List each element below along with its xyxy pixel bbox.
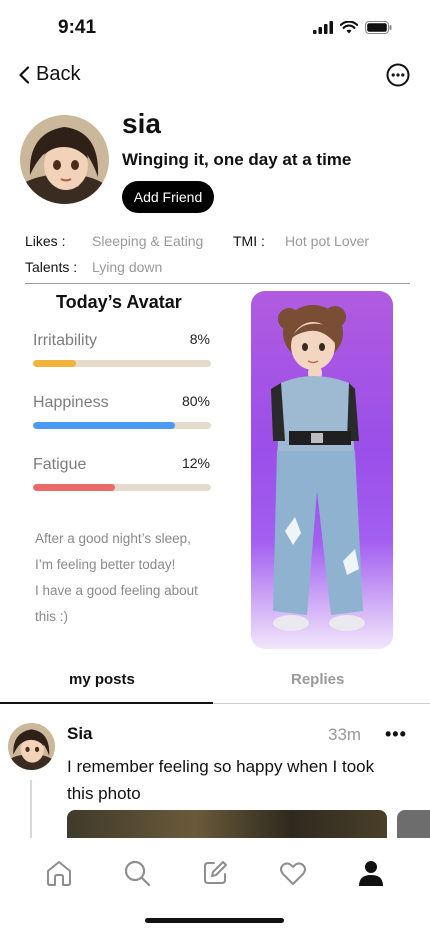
stat-percent-happiness: 80% bbox=[181, 393, 210, 409]
stat-fill-happiness bbox=[33, 422, 176, 429]
divider bbox=[25, 283, 410, 284]
back-button[interactable]: Back bbox=[18, 63, 80, 86]
avatar-3d-card[interactable] bbox=[251, 291, 393, 649]
profile-name: sia bbox=[122, 108, 161, 139]
status-icons bbox=[313, 21, 392, 34]
stat-bar-happiness bbox=[33, 422, 211, 429]
stat-percent-fatigue: 12% bbox=[181, 455, 210, 471]
cellular-signal-icon bbox=[313, 21, 333, 34]
stat-fill-irritability bbox=[33, 360, 76, 367]
status-time: 9:41 bbox=[58, 17, 97, 38]
tab-active-indicator bbox=[0, 702, 213, 704]
home-indicator bbox=[145, 918, 284, 923]
heart-icon[interactable] bbox=[278, 858, 308, 888]
stat-bar-irritability bbox=[33, 360, 211, 367]
compose-icon[interactable] bbox=[200, 858, 230, 888]
wifi-icon bbox=[340, 21, 358, 34]
back-label: Back bbox=[36, 63, 81, 85]
likes-label: Likes : bbox=[25, 233, 66, 249]
battery-icon bbox=[365, 21, 392, 34]
tab-replies[interactable]: Replies bbox=[291, 671, 344, 688]
stat-bar-fatigue bbox=[33, 484, 211, 491]
post-more-button[interactable]: ••• bbox=[385, 724, 407, 745]
tmi-label: TMI : bbox=[233, 233, 265, 249]
mood-line: I’m feeling better today! bbox=[35, 557, 176, 572]
tab-my-posts[interactable]: my posts bbox=[69, 671, 135, 688]
chevron-left-icon bbox=[19, 65, 30, 84]
post-author-name[interactable]: Sia bbox=[67, 724, 93, 744]
stat-label-fatigue: Fatigue bbox=[33, 456, 87, 473]
stat-label-irritability: Irritability bbox=[33, 332, 98, 349]
add-friend-button[interactable]: Add Friend bbox=[122, 181, 214, 213]
stat-fill-fatigue bbox=[33, 484, 115, 491]
thread-line bbox=[30, 780, 32, 840]
stat-label-happiness: Happiness bbox=[33, 394, 109, 411]
todays-avatar-title: Today’s Avatar bbox=[56, 292, 182, 312]
mood-line: After a good night’s sleep, bbox=[35, 531, 191, 546]
mood-line: this :) bbox=[35, 609, 69, 624]
profile-icon[interactable] bbox=[356, 858, 386, 888]
post-time: 33m bbox=[328, 725, 362, 744]
search-icon[interactable] bbox=[122, 858, 152, 888]
more-options-icon[interactable] bbox=[386, 63, 410, 87]
talents-label: Talents : bbox=[25, 259, 78, 275]
post-text: I remember feeling so happy when I took … bbox=[67, 757, 375, 803]
mood-text: After a good night’s sleep, I’m feeling … bbox=[35, 526, 235, 630]
likes-value: Sleeping & Eating bbox=[92, 233, 204, 249]
mood-line: I have a good feeling about bbox=[35, 583, 198, 598]
likes-row: Likes : bbox=[25, 233, 65, 249]
home-icon[interactable] bbox=[44, 858, 74, 888]
stat-percent-irritability: 8% bbox=[189, 331, 210, 347]
avatar-figure bbox=[271, 305, 365, 631]
tmi-value: Hot pot Lover bbox=[285, 233, 370, 249]
talents-value: Lying down bbox=[92, 259, 163, 275]
post-author-avatar[interactable] bbox=[8, 723, 55, 770]
profile-bio: Winging it, one day at a time bbox=[122, 150, 352, 169]
profile-avatar bbox=[20, 115, 109, 204]
